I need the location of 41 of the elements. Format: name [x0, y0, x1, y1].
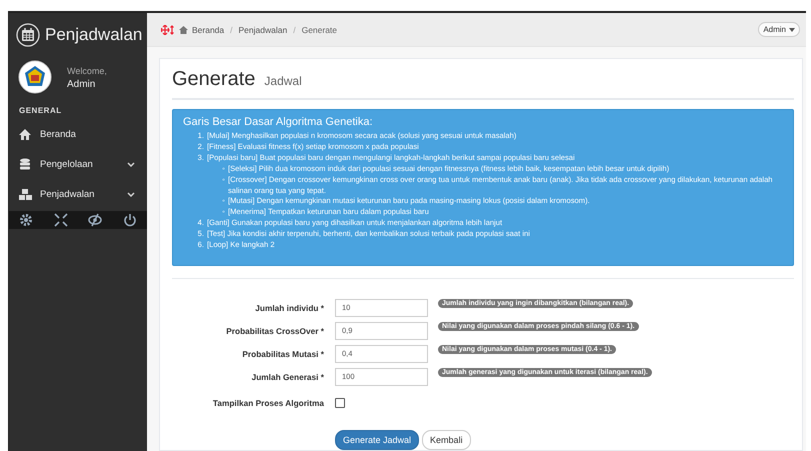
- cubes-icon: [18, 188, 32, 200]
- back-button[interactable]: Kembali: [422, 430, 471, 450]
- move-arrows-icon: [161, 24, 175, 34]
- welcome-text: Welcome,: [67, 66, 107, 76]
- caret-icon: [789, 28, 795, 32]
- chevron-down-icon: [127, 192, 135, 196]
- field-label: Jumlah individu *: [254, 302, 324, 313]
- field-label: Jumlah Generasi *: [250, 372, 324, 382]
- power-icon: [122, 213, 137, 227]
- chevron-down-icon: [127, 162, 135, 166]
- emblem-avatar: [18, 60, 52, 94]
- breadcrumb-separator: /: [230, 24, 233, 34]
- page-subtitle: Jadwal: [264, 74, 302, 88]
- breadcrumb-link[interactable]: Beranda: [192, 24, 224, 34]
- nav-item[interactable]: Penjadwalan: [9, 179, 147, 209]
- home-icon: [179, 26, 188, 34]
- settings-icon: [19, 213, 34, 227]
- settings-button[interactable]: [19, 213, 34, 227]
- app-title: Penjadwalan: [45, 24, 142, 44]
- user-menu-button[interactable]: Admin: [758, 22, 800, 37]
- breadcrumb-separator: /: [293, 24, 296, 34]
- fullscreen-button[interactable]: [54, 213, 68, 227]
- home-icon: [18, 128, 32, 140]
- info-heading: Garis Besar Dasar Algoritma Genetika:: [183, 116, 374, 128]
- generate-button[interactable]: Generate Jadwal: [335, 430, 420, 450]
- user-name: Admin: [67, 79, 96, 90]
- section-heading: GENERAL: [18, 105, 63, 115]
- breadcrumb-link[interactable]: Penjadwalan: [238, 24, 288, 34]
- field-label: Probabilitas Mutasi *: [241, 348, 324, 359]
- page-title: Generate: [172, 68, 256, 91]
- power-button[interactable]: [122, 213, 137, 227]
- checkbox[interactable]: [335, 398, 345, 408]
- field-label: Tampilkan Proses Algoritma: [212, 398, 324, 408]
- eye-slash-icon: [88, 213, 102, 227]
- database-icon: [18, 158, 32, 170]
- nav-item[interactable]: Pengelolaan: [9, 149, 147, 179]
- calendar-icon: [16, 22, 40, 46]
- field-label: Probabilitas CrossOver *: [225, 326, 324, 336]
- nav-item[interactable]: Beranda: [9, 119, 147, 149]
- eye-slash-button[interactable]: [88, 213, 102, 227]
- fullscreen-icon: [54, 213, 68, 227]
